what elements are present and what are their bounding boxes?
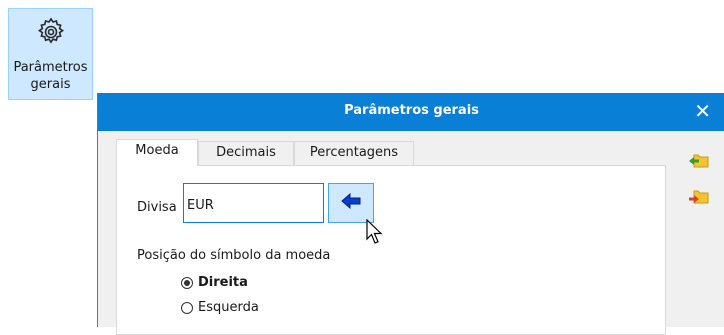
ribbon-label-line2: gerais [30,77,71,92]
ribbon-label-line1: Parâmetros [13,60,88,75]
tab-decimais[interactable]: Decimais [198,141,294,165]
symbol-position-label: Posição do símbolo da moeda [137,248,331,263]
tab-moeda[interactable]: Moeda [116,139,198,166]
general-parameters-ribbon-button[interactable]: Parâmetros gerais [8,8,93,100]
radio-button-checked[interactable] [181,276,193,289]
general-parameters-dialog: Parâmetros gerais ✕ Moeda Decimais Perce… [97,93,724,335]
export-folder-icon[interactable] [688,189,710,207]
gear-icon [34,15,68,49]
radio-button-unchecked[interactable] [181,301,193,314]
close-icon[interactable]: ✕ [694,99,711,123]
currency-label: Divisa [137,200,177,215]
ribbon-button-label: Parâmetros gerais [13,59,87,93]
select-currency-button[interactable] [328,183,374,223]
tab-panel-moeda: Divisa Posição do símbolo da moeda Direi… [116,165,666,335]
radio-esquerda-label: Esquerda [198,300,259,315]
tab-percentagens[interactable]: Percentagens [294,141,414,165]
mouse-pointer-icon [366,218,384,245]
dialog-title: Parâmetros gerais [344,103,479,118]
radio-direita-label: Direita [198,275,248,290]
arrow-left-icon [341,192,361,213]
dialog-titlebar[interactable]: Parâmetros gerais ✕ [98,93,724,131]
currency-input[interactable] [183,183,324,223]
import-folder-icon[interactable] [688,151,710,169]
radio-direita[interactable]: Direita [181,275,248,290]
radio-esquerda[interactable]: Esquerda [181,300,259,315]
